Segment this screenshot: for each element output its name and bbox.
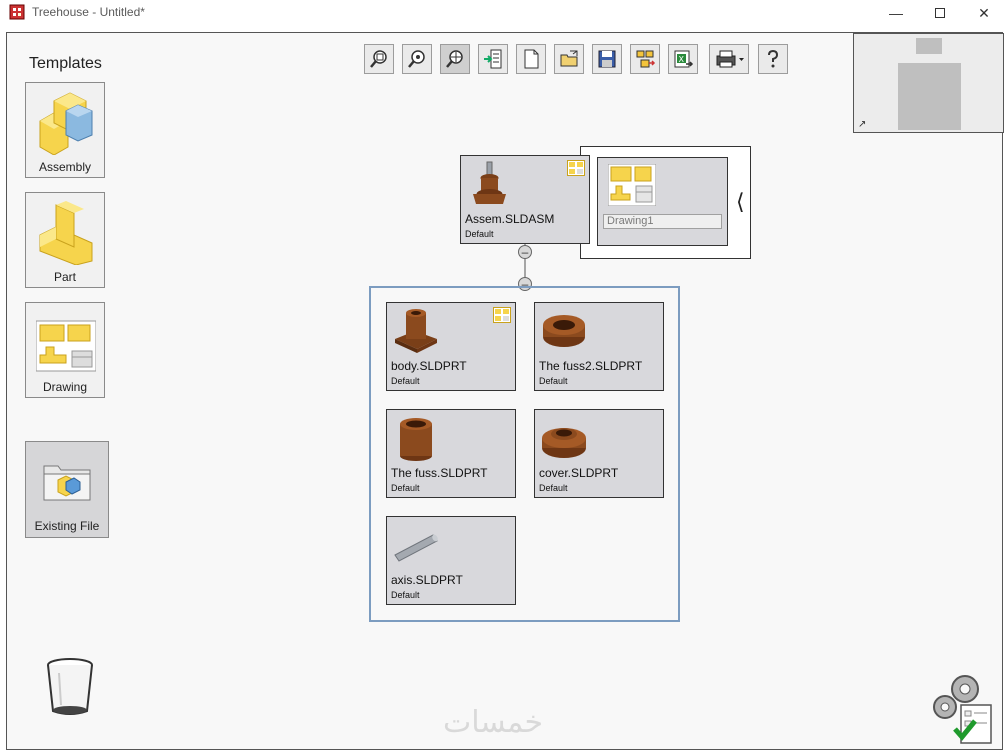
existing-file-icon [43, 465, 91, 501]
part-icon [39, 201, 93, 265]
preview-thumbnail[interactable]: ↗ [853, 33, 1004, 133]
expand-arrow-icon[interactable]: ↗ [858, 119, 866, 130]
configuration-badge-icon [567, 160, 585, 176]
part-node-fuss2[interactable]: The fuss2.SLDPRT Default [534, 302, 664, 391]
axis-part-thumbnail [394, 534, 438, 562]
zoom-fit-icon [408, 50, 425, 68]
collapse-root-icon[interactable]: – [518, 245, 532, 259]
convert-icon [636, 50, 656, 68]
import-icon [484, 49, 502, 69]
treehouse-window: Treehouse - Untitled* — ✕ X ↗ Templates … [0, 0, 1007, 754]
part-node-axis[interactable]: axis.SLDPRT Default [386, 516, 516, 605]
drawing-icon [36, 320, 96, 372]
template-part-label: Part [53, 270, 76, 284]
help-icon [768, 49, 779, 68]
print-icon [716, 50, 744, 68]
root-assembly-node[interactable]: Assem.SLDASM Default [460, 155, 590, 244]
existing-file-label: Existing File [34, 519, 100, 533]
template-part[interactable]: Part [25, 192, 105, 288]
svg-text:X: X [679, 55, 685, 64]
print-button[interactable] [709, 44, 749, 74]
existing-file-button[interactable]: Existing File [25, 441, 109, 538]
configuration-badge-icon [493, 307, 511, 323]
node-config: Default [391, 376, 420, 386]
preview-block-large [898, 63, 961, 130]
maximize-button[interactable] [917, 0, 963, 26]
import-button[interactable] [478, 44, 508, 74]
node-name: cover.SLDPRT [539, 466, 619, 480]
help-button[interactable] [758, 44, 788, 74]
treehouse-app-icon [9, 4, 25, 20]
close-button[interactable]: ✕ [961, 0, 1007, 26]
zoom-fit-button[interactable] [402, 44, 432, 74]
minimize-button[interactable]: — [873, 0, 919, 26]
part-node-cover[interactable]: cover.SLDPRT Default [534, 409, 664, 498]
settings-check-icon[interactable] [929, 671, 995, 747]
drawing-node-icon [608, 164, 656, 206]
template-drawing-label: Drawing [42, 380, 87, 394]
assembly-part-thumbnail [473, 161, 506, 204]
save-button[interactable] [592, 44, 622, 74]
title-bar: Treehouse - Untitled* — ✕ [0, 0, 1007, 26]
part-node-fuss[interactable]: The fuss.SLDPRT Default [386, 409, 516, 498]
fuss-part-thumbnail [400, 418, 432, 461]
save-icon [598, 50, 616, 68]
new-document-icon [524, 49, 539, 69]
assembly-icon [39, 92, 93, 155]
workspace-canvas[interactable]: X ↗ Templates Assembly Part Drawing Exis… [6, 32, 1004, 750]
zoom-region-button[interactable] [364, 44, 394, 74]
node-name: body.SLDPRT [391, 359, 467, 373]
template-assembly-label: Assembly [38, 160, 91, 174]
open-icon [560, 50, 578, 67]
pan-zoom-button[interactable] [440, 44, 470, 74]
node-config: Default [391, 483, 420, 493]
node-name: The fuss2.SLDPRT [539, 359, 643, 373]
trash-icon[interactable] [45, 657, 95, 717]
minimize-icon: — [889, 5, 903, 21]
template-assembly[interactable]: Assembly [25, 82, 105, 178]
node-config: Default [539, 376, 568, 386]
export-excel-icon: X [674, 50, 694, 68]
window-title: Treehouse - Untitled* [32, 5, 145, 19]
maximize-icon [935, 8, 945, 18]
close-icon: ✕ [978, 4, 990, 21]
node-name: Assem.SLDASM [465, 212, 555, 226]
new-document-button[interactable] [516, 44, 546, 74]
drawing-node[interactable] [597, 157, 728, 246]
open-button[interactable] [554, 44, 584, 74]
node-config: Default [391, 590, 420, 600]
node-name: The fuss.SLDPRT [391, 466, 488, 480]
node-name: axis.SLDPRT [391, 573, 463, 587]
collapse-chevron-icon[interactable]: ⟨ [736, 189, 745, 215]
preview-block-small [916, 38, 942, 54]
drawing-name-field[interactable]: Drawing1 [603, 214, 722, 229]
part-node-body[interactable]: body.SLDPRT Default [386, 302, 516, 391]
convert-button[interactable] [630, 44, 660, 74]
fuss2-part-thumbnail [543, 315, 585, 347]
body-part-thumbnail [395, 309, 437, 353]
export-excel-button[interactable]: X [668, 44, 698, 74]
template-drawing[interactable]: Drawing [25, 302, 105, 398]
watermark-text: خمسات [443, 706, 544, 739]
node-config: Default [539, 483, 568, 493]
zoom-region-icon [370, 50, 387, 68]
pan-zoom-icon [446, 50, 463, 68]
node-config: Default [465, 229, 494, 239]
cover-part-thumbnail [542, 428, 586, 458]
templates-heading: Templates [29, 55, 102, 72]
